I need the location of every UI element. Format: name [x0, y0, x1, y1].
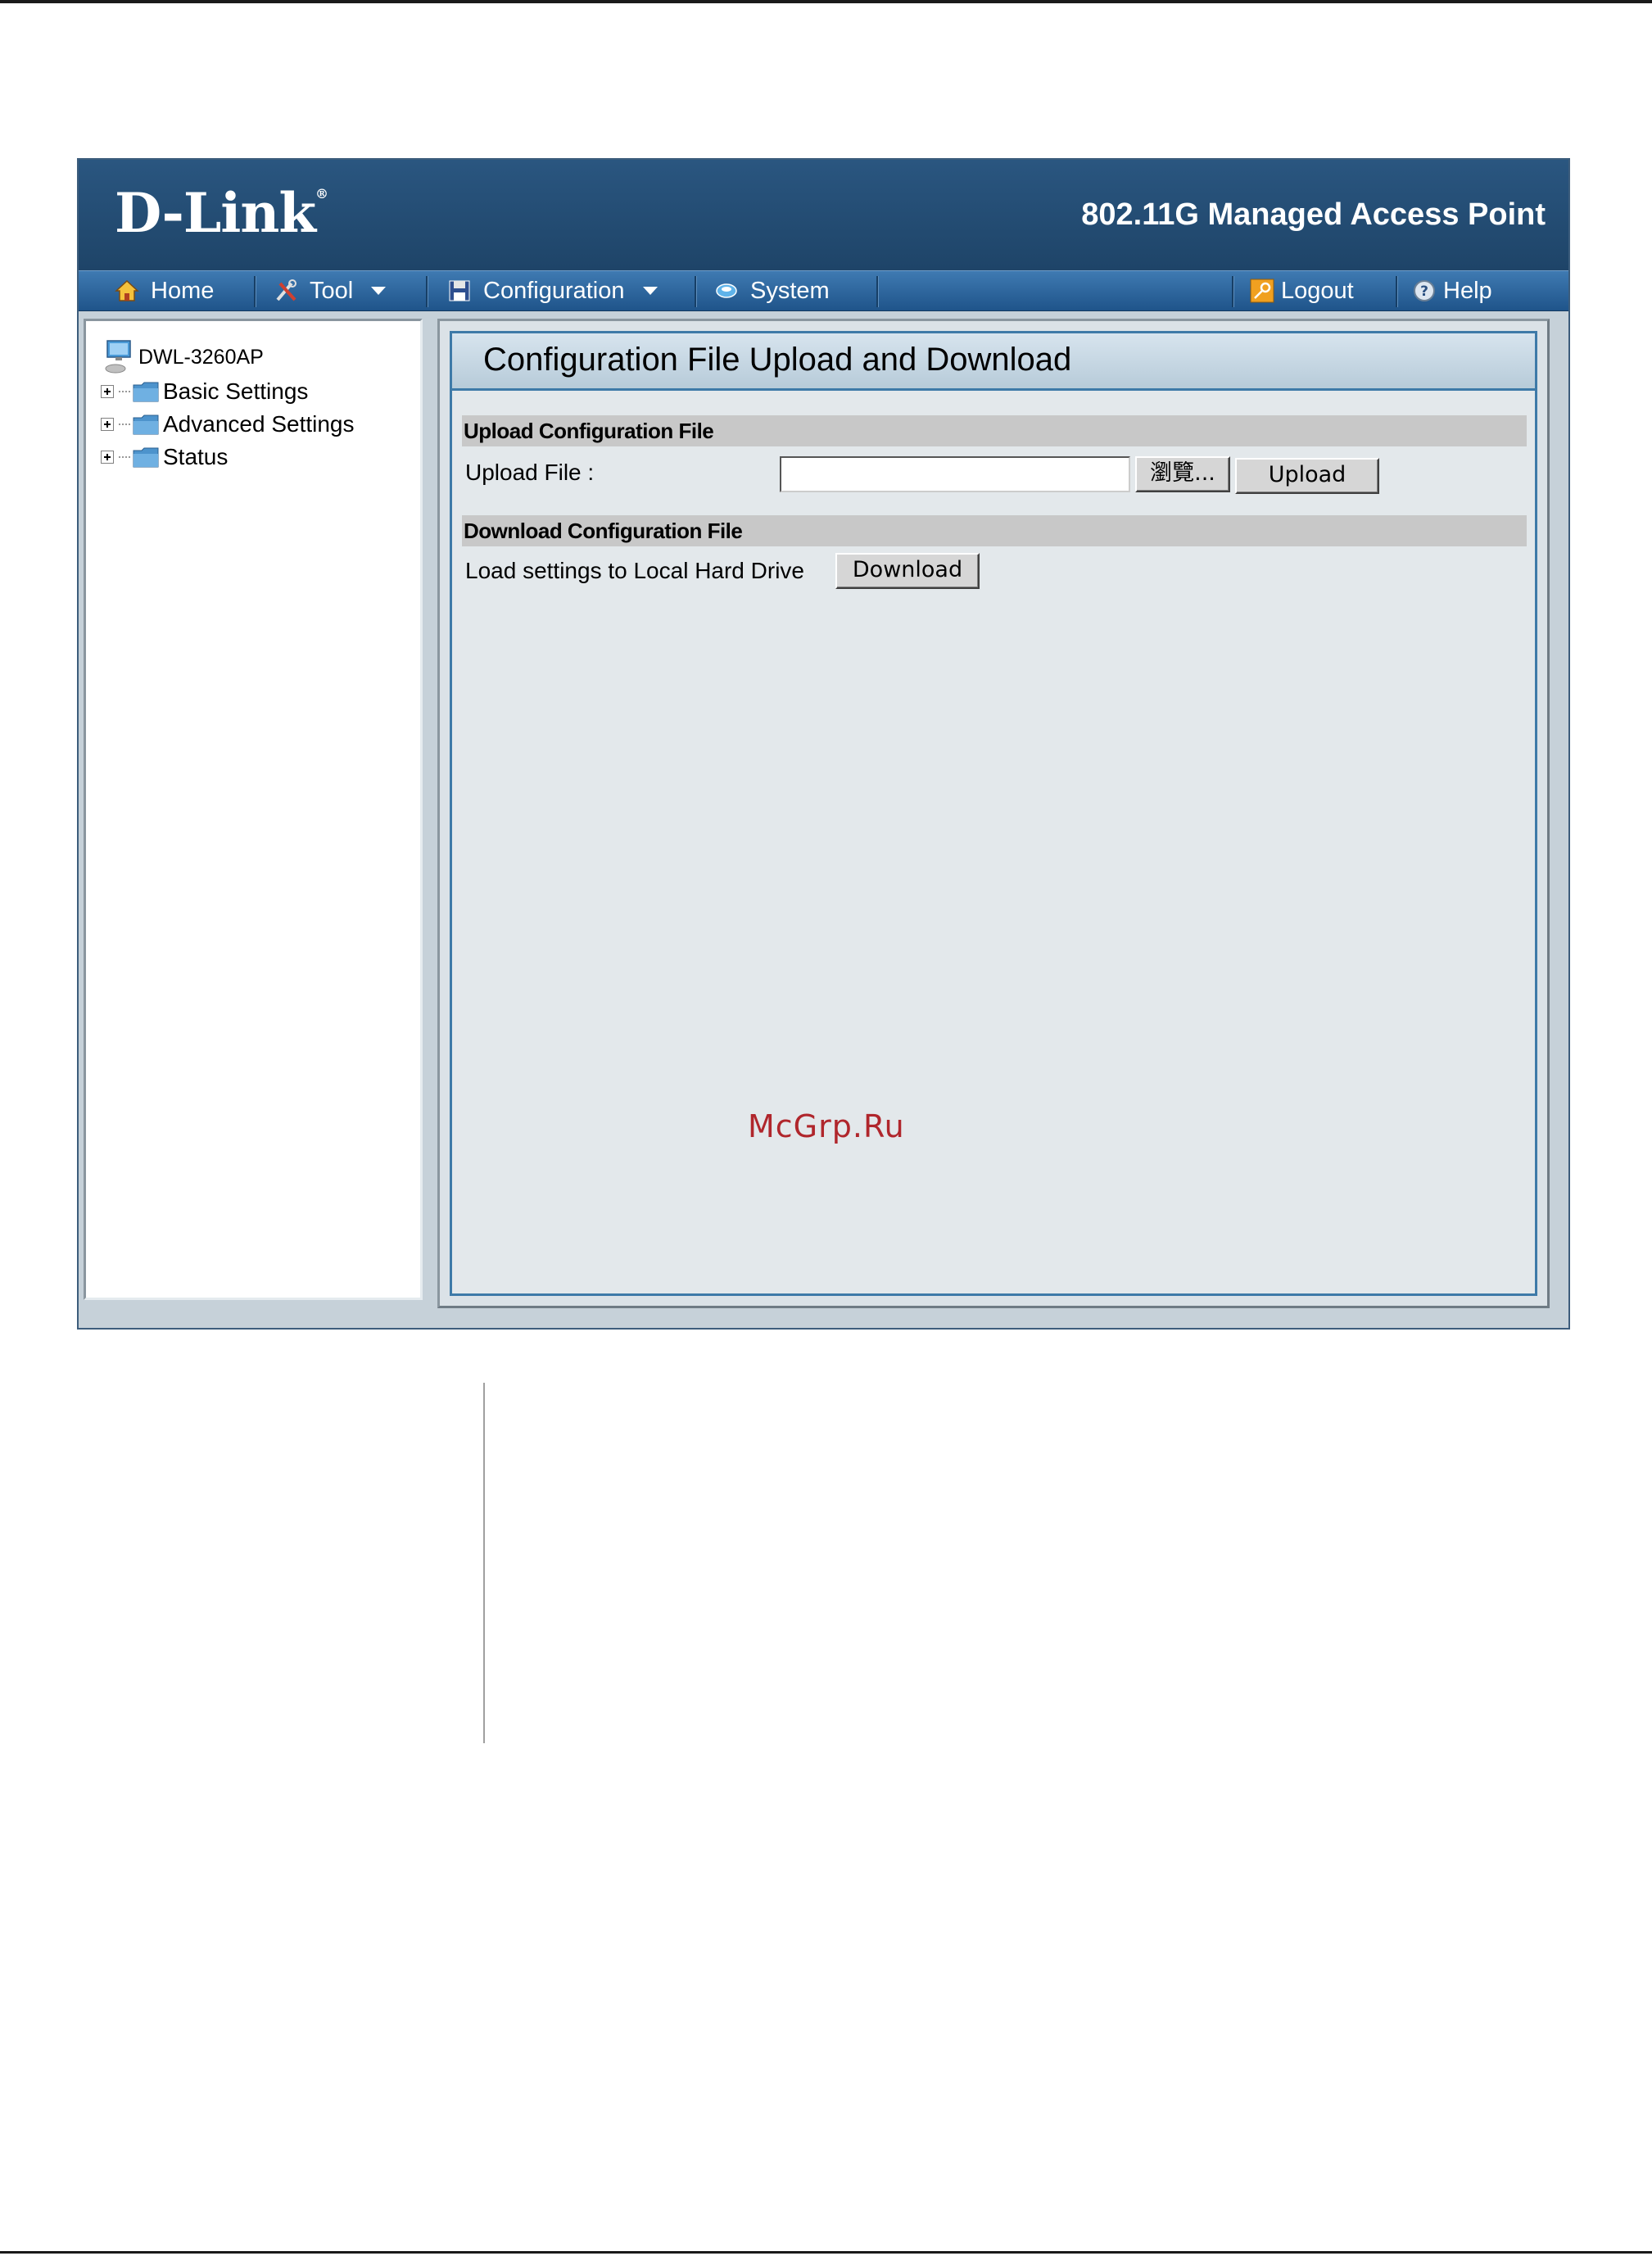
nav-separator — [426, 276, 428, 307]
svg-text:?: ? — [1420, 283, 1428, 300]
expand-icon[interactable] — [101, 418, 114, 431]
tree-connector — [119, 391, 130, 392]
help-icon: ? — [1414, 280, 1435, 301]
upload-file-input[interactable] — [780, 456, 1130, 492]
tree-item-advanced-settings[interactable]: Advanced Settings — [101, 411, 355, 437]
download-row-label: Load settings to Local Hard Drive — [465, 558, 804, 583]
dlink-logo: D-Link® — [115, 181, 328, 245]
folder-icon — [133, 382, 159, 402]
upload-section-header: Upload Configuration File — [462, 415, 1527, 446]
header-banner: D-Link® 802.11G Managed Access Point — [79, 160, 1568, 270]
nav-configuration[interactable]: Configuration — [447, 271, 658, 310]
tree-item-label: Basic Settings — [163, 378, 309, 404]
page-top-rule — [0, 0, 1652, 3]
vertical-rule — [483, 1383, 485, 1743]
computer-icon — [105, 340, 131, 374]
download-button[interactable]: Download — [835, 553, 980, 589]
expand-icon[interactable] — [101, 451, 114, 464]
tree-connector — [119, 456, 130, 458]
nav-help[interactable]: ? Help — [1412, 271, 1492, 310]
nav-separator — [876, 276, 879, 307]
folder-icon — [133, 447, 159, 468]
tool-icon — [276, 279, 296, 301]
tree-item-label: Advanced Settings — [163, 411, 355, 437]
tree-item-status[interactable]: Status — [101, 444, 228, 470]
content-frame: Configuration File Upload and Download U… — [437, 319, 1550, 1308]
upload-button[interactable]: Upload — [1235, 458, 1379, 494]
tree-connector — [119, 424, 130, 425]
nav-separator — [1232, 276, 1234, 307]
download-section-header: Download Configuration File — [462, 515, 1527, 546]
navigation-tree: DWL-3260AP Basic Settings Advanced Setti… — [84, 319, 423, 1300]
watermark-text: McGrp.Ru — [748, 1108, 905, 1144]
nav-home[interactable]: Home — [115, 271, 214, 310]
nav-logout[interactable]: Logout — [1250, 271, 1354, 310]
product-title: 802.11G Managed Access Point — [1081, 197, 1546, 232]
home-icon — [115, 279, 139, 301]
browse-button[interactable]: 瀏覽... — [1135, 456, 1230, 492]
tree-item-label: Status — [163, 444, 229, 469]
nav-separator — [695, 276, 697, 307]
nav-separator — [254, 276, 256, 307]
expand-icon[interactable] — [101, 385, 114, 398]
nav-separator — [1396, 276, 1398, 307]
folder-icon — [133, 415, 159, 435]
tree-root-device[interactable]: DWL-3260AP — [104, 339, 264, 375]
upload-file-label: Upload File : — [465, 460, 595, 485]
nav-bar: Home Tool Configuration System Logout ? … — [79, 270, 1568, 311]
page-title: Configuration File Upload and Download — [452, 333, 1535, 391]
chevron-down-icon — [642, 287, 658, 295]
content-panel: Configuration File Upload and Download U… — [450, 331, 1537, 1296]
tree-root-label: DWL-3260AP — [138, 345, 264, 369]
page-bottom-rule — [0, 2251, 1652, 2254]
tree-item-basic-settings[interactable]: Basic Settings — [101, 378, 308, 405]
nav-tool[interactable]: Tool — [274, 271, 387, 310]
key-icon — [1250, 279, 1274, 303]
nav-system[interactable]: System — [714, 271, 830, 310]
system-icon — [716, 283, 737, 298]
disk-icon — [449, 280, 470, 301]
app-window: D-Link® 802.11G Managed Access Point Hom… — [77, 158, 1570, 1330]
chevron-down-icon — [371, 287, 387, 295]
